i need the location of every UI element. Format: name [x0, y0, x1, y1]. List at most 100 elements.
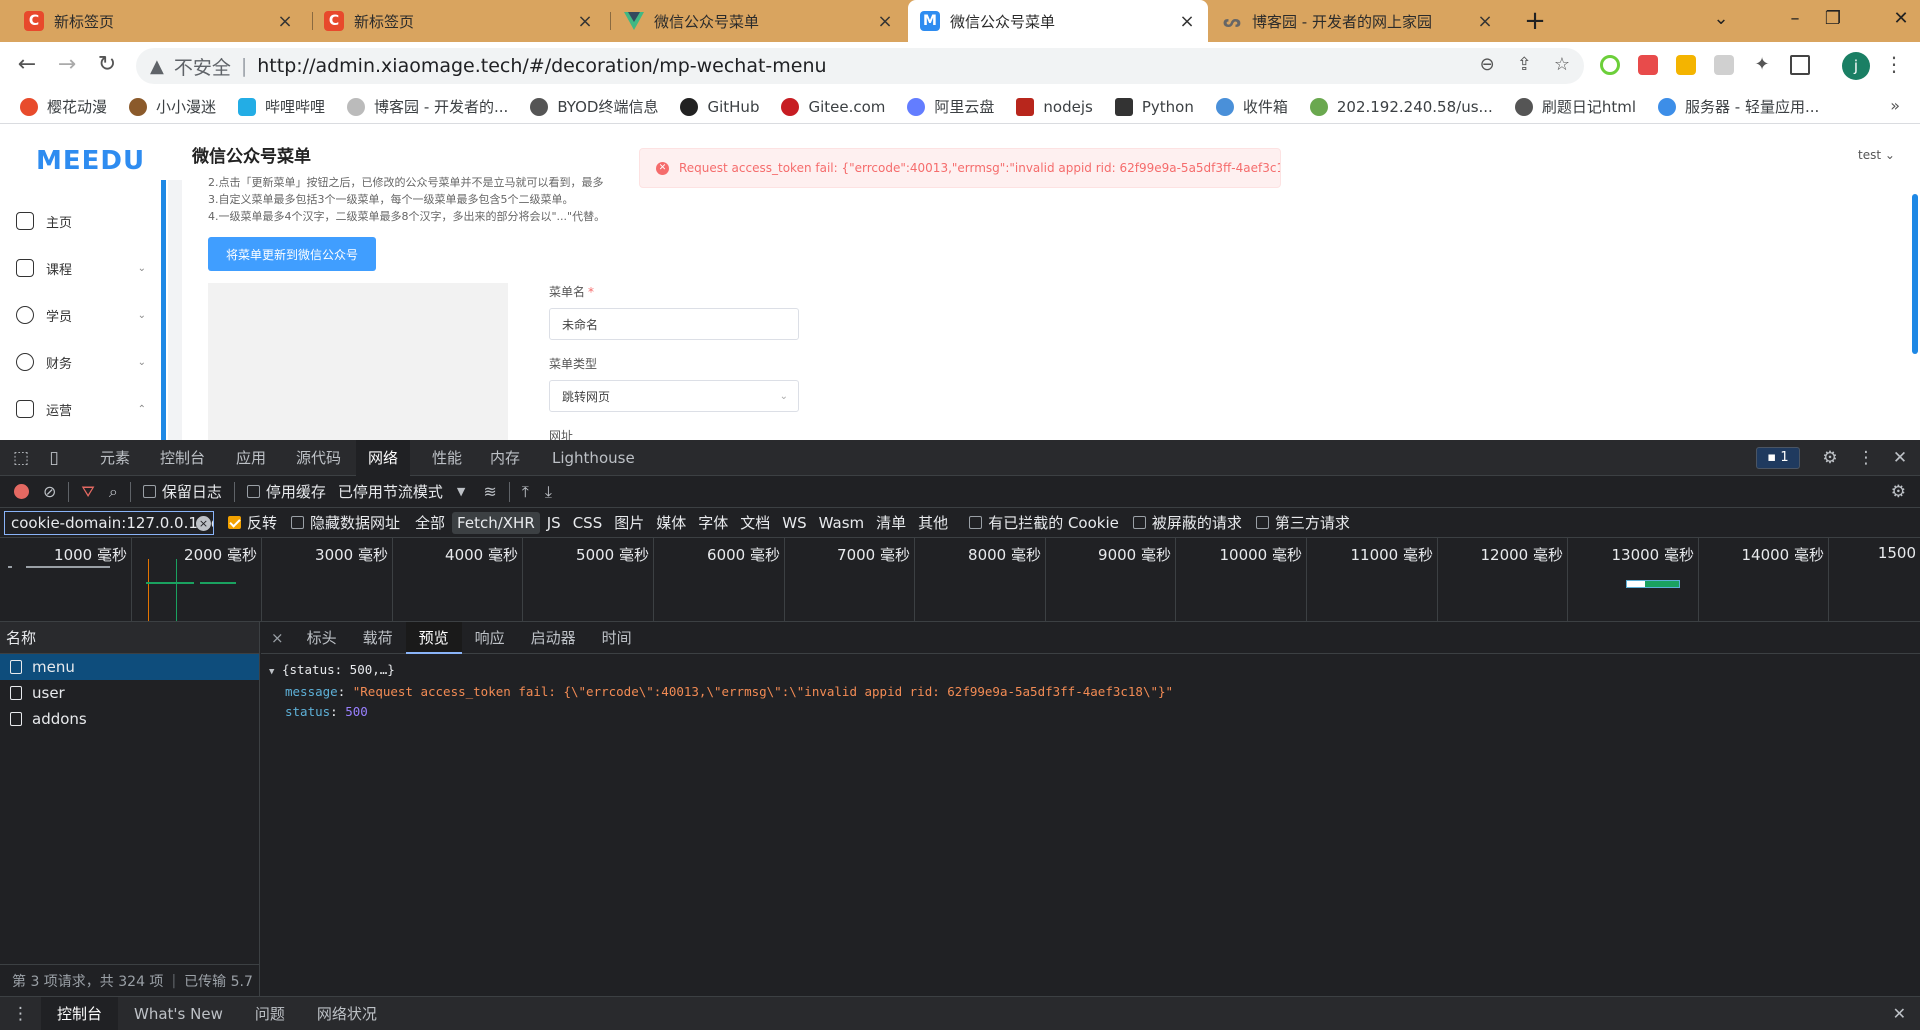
tab-response[interactable]: 响应: [462, 622, 518, 654]
window-close-icon[interactable]: ✕: [1886, 8, 1916, 29]
tab-lighthouse[interactable]: Lighthouse: [540, 440, 647, 476]
close-icon[interactable]: ×: [1476, 11, 1494, 32]
sidebar-item-home[interactable]: 主页: [16, 206, 146, 236]
filter-type-js[interactable]: JS: [542, 512, 566, 534]
filter-type-img[interactable]: 图片: [609, 510, 649, 535]
third-party-checkbox[interactable]: [1255, 516, 1269, 529]
menu-preview-panel[interactable]: [208, 283, 508, 440]
json-root-row[interactable]: ▼ {status: 500,…}: [269, 660, 1912, 682]
page-scrollbar[interactable]: [1912, 194, 1918, 354]
close-icon[interactable]: ✕: [1889, 448, 1911, 468]
tab-elements[interactable]: 元素: [88, 440, 142, 476]
bookmark-item[interactable]: 刷题日记html: [1514, 96, 1636, 117]
new-tab-button[interactable]: +: [1520, 6, 1550, 36]
filter-type-all[interactable]: 全部: [410, 510, 450, 535]
restore-icon[interactable]: ❐: [1818, 8, 1848, 29]
record-icon[interactable]: [14, 484, 29, 499]
extension-download-icon[interactable]: [1676, 55, 1696, 75]
tab-headers[interactable]: 标头: [294, 622, 350, 654]
sidebar-item-course[interactable]: 课程 ⌄: [16, 253, 146, 283]
tab-sources[interactable]: 源代码: [284, 440, 353, 476]
tab-performance[interactable]: 性能: [420, 440, 474, 476]
menu-type-select[interactable]: 跳转网页 ⌄: [549, 380, 799, 412]
update-menu-button[interactable]: 将菜单更新到微信公众号: [208, 237, 376, 271]
device-toolbar-icon[interactable]: ▯: [43, 448, 65, 468]
import-har-icon[interactable]: ⤒: [522, 482, 529, 502]
issues-badge[interactable]: ▪ 1: [1756, 447, 1800, 469]
inspect-element-icon[interactable]: ⬚: [10, 448, 32, 468]
tab-timing[interactable]: 时间: [589, 622, 645, 654]
browser-tab-1[interactable]: C 新标签页 ×: [12, 0, 306, 42]
tab-payload[interactable]: 载荷: [350, 622, 406, 654]
hide-data-urls-checkbox[interactable]: [291, 516, 305, 529]
tab-network[interactable]: 网络: [356, 440, 411, 476]
blocked-cookies-checkbox[interactable]: [969, 516, 983, 529]
bookmark-item[interactable]: 哔哩哔哩: [238, 96, 325, 117]
network-settings-gear-icon[interactable]: ⚙: [1891, 482, 1906, 502]
request-row[interactable]: addons: [0, 706, 259, 732]
bookmark-item[interactable]: 服务器 - 轻量应用...: [1658, 96, 1819, 117]
bookmark-star-icon[interactable]: ☆: [1554, 54, 1570, 75]
drawer-tab-whats-new[interactable]: What's New: [118, 997, 239, 1030]
bookmark-item[interactable]: 202.192.240.58/us...: [1309, 97, 1493, 116]
tab-memory[interactable]: 内存: [478, 440, 532, 476]
share-icon[interactable]: ⇪: [1517, 54, 1532, 75]
export-har-icon[interactable]: ⤓: [545, 482, 552, 502]
bookmarks-overflow-icon[interactable]: »: [1890, 96, 1900, 115]
close-drawer-icon[interactable]: ✕: [1893, 1004, 1906, 1023]
extensions-puzzle-icon[interactable]: ✦: [1752, 55, 1772, 75]
filter-type-media[interactable]: 媒体: [651, 510, 691, 535]
gear-icon[interactable]: ⚙: [1819, 448, 1841, 468]
sidebar-scrollbar[interactable]: [161, 180, 166, 440]
filter-type-wasm[interactable]: Wasm: [814, 512, 870, 534]
close-icon[interactable]: ×: [576, 11, 594, 32]
drawer-tab-issues[interactable]: 问题: [239, 997, 301, 1030]
address-bar[interactable]: ▲ 不安全 | http://admin.xiaomage.tech/#/dec…: [136, 48, 1584, 84]
close-icon[interactable]: ×: [876, 11, 894, 32]
disable-cache-checkbox[interactable]: [246, 485, 260, 498]
clear-filter-icon[interactable]: ×: [196, 515, 211, 531]
browser-tab-3[interactable]: 微信公众号菜单 ×: [612, 0, 906, 42]
bookmark-item[interactable]: 博客园 - 开发者的...: [347, 96, 508, 117]
search-icon[interactable]: ⌕: [109, 482, 118, 502]
browser-tab-4-active[interactable]: M 微信公众号菜单 ×: [908, 0, 1208, 42]
avatar[interactable]: j: [1842, 52, 1870, 80]
warning-icon[interactable]: ▲: [150, 56, 164, 77]
more-options-icon[interactable]: ⋮: [1855, 448, 1877, 468]
close-icon[interactable]: ×: [1178, 11, 1196, 32]
user-menu[interactable]: test ⌄: [1858, 148, 1895, 162]
filter-type-fetch-xhr[interactable]: Fetch/XHR: [452, 511, 540, 534]
network-conditions-icon[interactable]: ≋: [483, 482, 496, 501]
browser-tab-5[interactable]: ᔕ 博客园 - 开发者的网上家园 ×: [1210, 0, 1506, 42]
filter-type-manifest[interactable]: 清单: [871, 510, 911, 535]
filter-type-other[interactable]: 其他: [913, 510, 953, 535]
tab-search-icon[interactable]: ⌄: [1706, 8, 1736, 29]
reload-icon[interactable]: ↻: [92, 52, 122, 77]
bookmark-item[interactable]: 收件箱: [1215, 96, 1288, 117]
extension-record-icon[interactable]: [1638, 55, 1658, 75]
tab-console[interactable]: 控制台: [148, 440, 217, 476]
sidebar-item-members[interactable]: 学员 ⌄: [16, 300, 146, 330]
back-icon[interactable]: ←: [12, 52, 42, 77]
blocked-requests-checkbox[interactable]: [1132, 516, 1146, 529]
tab-initiator[interactable]: 启动器: [518, 622, 589, 654]
bookmark-item[interactable]: 樱花动漫: [20, 96, 107, 117]
close-icon[interactable]: ×: [276, 11, 294, 32]
browser-tab-2[interactable]: C 新标签页 ×: [312, 0, 606, 42]
network-overview-timeline[interactable]: 1000 毫秒 2000 毫秒 3000 毫秒 4000 毫秒 5000 毫秒 6000 …: [0, 538, 1920, 622]
expand-triangle-icon[interactable]: ▼: [269, 667, 274, 677]
filter-type-doc[interactable]: 文档: [735, 510, 775, 535]
filter-input[interactable]: cookie-domain:127.0.0.1 co ×: [4, 510, 214, 535]
extension-screen-icon[interactable]: [1714, 55, 1734, 75]
drawer-tab-console[interactable]: 控制台: [41, 996, 119, 1030]
close-detail-icon[interactable]: ×: [261, 629, 294, 647]
tab-preview[interactable]: 预览: [405, 621, 462, 654]
zoom-icon[interactable]: ⊖: [1480, 54, 1495, 75]
filter-type-font[interactable]: 字体: [693, 510, 733, 535]
side-panel-icon[interactable]: [1790, 55, 1810, 75]
bookmark-item[interactable]: nodejs: [1016, 97, 1093, 116]
bookmark-item[interactable]: Python: [1114, 97, 1194, 116]
forward-icon[interactable]: →: [52, 52, 82, 77]
sidebar-item-operations[interactable]: 运营 ⌃: [16, 394, 146, 424]
request-row[interactable]: menu: [0, 654, 259, 680]
